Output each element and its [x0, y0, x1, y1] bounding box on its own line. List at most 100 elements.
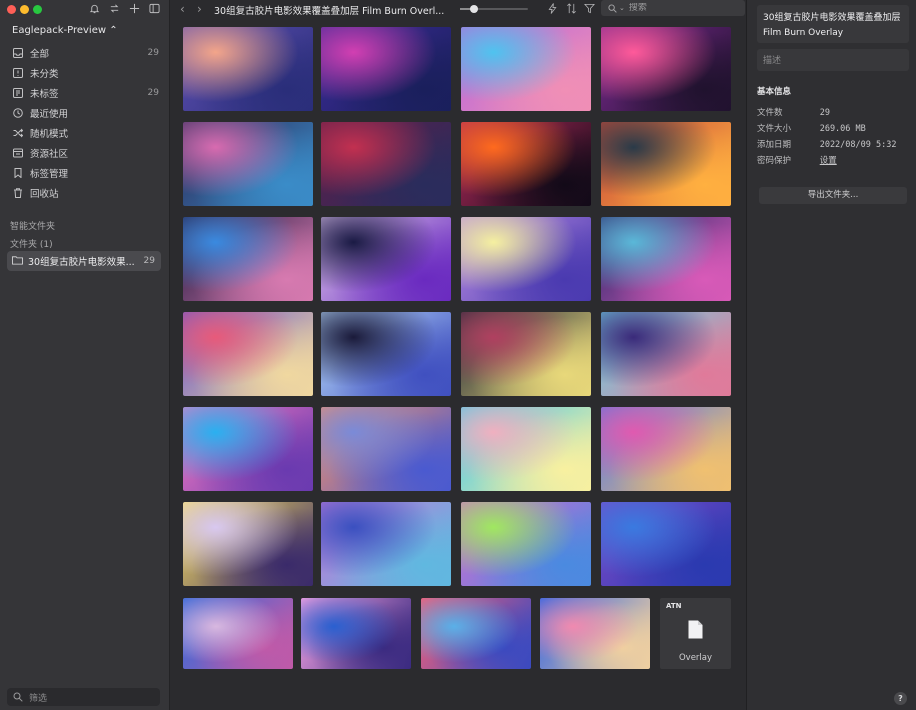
thumbnail-24[interactable] [601, 502, 731, 586]
thumbnail-14[interactable] [321, 312, 451, 396]
filter-icon[interactable] [583, 2, 595, 14]
folder-icon [12, 255, 28, 268]
main-content: ‹ › 30组复古胶片电影效果覆盖叠加层 Film Burn Overl... … [170, 0, 746, 710]
prop-value: 2022/08/09 5:32 [819, 140, 897, 150]
thumbnail-19[interactable] [461, 407, 591, 491]
toolbar: ‹ › 30组复古胶片电影效果覆盖叠加层 Film Burn Overl... … [170, 0, 746, 18]
chevron-down-icon[interactable]: ⌄ [619, 4, 625, 12]
inbox-icon [12, 48, 23, 59]
thumbnail-18[interactable] [321, 407, 451, 491]
thumbnail-28[interactable] [540, 598, 650, 669]
thumbnail-23[interactable] [461, 502, 591, 586]
help-button[interactable]: ? [894, 692, 907, 705]
shuffle-icon [12, 128, 23, 139]
minimize-window-button[interactable] [20, 5, 29, 14]
smart-folders-heading[interactable]: 智能文件夹 [10, 219, 55, 232]
prop-key: 文件数 [757, 108, 783, 118]
sidebar-toggle-icon[interactable] [148, 2, 160, 14]
lightning-icon[interactable] [546, 2, 558, 14]
thumbnail-27[interactable] [421, 598, 531, 669]
sidebar-item-6[interactable]: 标签管理 [8, 163, 163, 183]
sidebar-item-7[interactable]: 回收站 [8, 183, 163, 203]
sidebar-item-label: 未分类 [30, 69, 59, 80]
sidebar-item-3[interactable]: 最近使用 [8, 103, 163, 123]
sidebar-toolbar [88, 2, 160, 14]
sidebar-item-0[interactable]: 全部 29 [8, 43, 163, 63]
password-set-link[interactable]: 设置 [820, 156, 837, 166]
sidebar-item-label: 标签管理 [30, 169, 69, 180]
thumbnail-13[interactable] [183, 312, 313, 396]
thumbnail-22[interactable] [321, 502, 451, 586]
sidebar: Eaglepack-Preview ⌃ 全部 29 未分类未标签 29 最近使用随机模式… [0, 0, 170, 710]
thumbnail-12[interactable] [601, 217, 731, 301]
file-type-badge: ATN [666, 602, 682, 610]
filter-box[interactable]: 筛选 [7, 688, 160, 706]
zoom-slider[interactable] [460, 5, 528, 13]
bell-icon[interactable] [88, 2, 100, 14]
window-title: 30组复古胶片电影效果覆盖叠加层 Film Burn Overl... [214, 6, 445, 17]
thumbnail-2[interactable] [321, 27, 451, 111]
thumbnail-10[interactable] [321, 217, 451, 301]
file-card-overlay[interactable]: ATN Overlay [660, 598, 731, 669]
search-input[interactable] [628, 3, 729, 13]
basic-info-heading: 基本信息 [757, 87, 792, 97]
sync-icon[interactable] [108, 2, 120, 14]
thumbnail-20[interactable] [601, 407, 731, 491]
thumbnail-26[interactable] [301, 598, 411, 669]
sidebar-folder-item[interactable]: 30组复古胶片电影效果... 29 [7, 251, 161, 271]
back-arrow-icon[interactable]: ‹ [180, 2, 185, 16]
sidebar-item-count: 29 [147, 48, 159, 58]
sidebar-item-label: 资源社区 [30, 149, 69, 160]
thumbnail-5[interactable] [183, 122, 313, 206]
thumbnail-3[interactable] [461, 27, 591, 111]
folders-heading[interactable]: 文件夹 (1) [10, 237, 53, 250]
prop-key: 文件大小 [757, 124, 792, 134]
sidebar-item-label: 最近使用 [30, 109, 69, 120]
sidebar-item-2[interactable]: 未标签 29 [8, 83, 163, 103]
folder-name: 30组复古胶片电影效果... [28, 257, 135, 268]
prop-value: 29 [819, 108, 830, 118]
search-icon [608, 3, 617, 13]
community-icon [12, 148, 23, 159]
thumbnail-25[interactable] [183, 598, 293, 669]
trash-icon [12, 188, 23, 199]
folder-count: 29 [143, 256, 155, 266]
sidebar-item-4[interactable]: 随机模式 [8, 123, 163, 143]
export-folder-button[interactable]: 导出文件夹... [759, 187, 907, 204]
description-field[interactable]: 描述 [757, 49, 909, 71]
thumbnail-21[interactable] [183, 502, 313, 586]
sidebar-item-1[interactable]: 未分类 [8, 63, 163, 83]
search-icon [13, 692, 23, 702]
maximize-window-button[interactable] [33, 5, 42, 14]
untagged-icon [12, 88, 23, 99]
thumbnail-1[interactable] [183, 27, 313, 111]
zoom-slider-knob[interactable] [469, 5, 478, 13]
thumbnail-17[interactable] [183, 407, 313, 491]
forward-arrow-icon[interactable]: › [197, 2, 202, 16]
prop-key: 密码保护 [757, 156, 792, 166]
uncategorized-icon [12, 68, 23, 79]
prop-value: 269.06 MB [819, 124, 866, 134]
close-window-button[interactable] [7, 5, 16, 14]
prop-row: 文件数 29 [757, 106, 907, 118]
folder-title-field[interactable]: 30组复古胶片电影效果覆盖叠加层 Film Burn Overlay [757, 5, 909, 43]
inspector-panel: 30组复古胶片电影效果覆盖叠加层 Film Burn Overlay 描述 基本… [746, 0, 916, 710]
thumbnail-7[interactable] [461, 122, 591, 206]
thumbnail-8[interactable] [601, 122, 731, 206]
library-switcher[interactable]: Eaglepack-Preview ⌃ [12, 25, 118, 36]
prop-key: 添加日期 [757, 140, 792, 150]
add-icon[interactable] [128, 2, 140, 14]
thumbnail-11[interactable] [461, 217, 591, 301]
thumbnail-6[interactable] [321, 122, 451, 206]
thumbnail-15[interactable] [461, 312, 591, 396]
sort-icon[interactable] [565, 2, 577, 14]
thumbnail-4[interactable] [601, 27, 731, 111]
sidebar-item-label: 随机模式 [30, 129, 69, 140]
sidebar-item-5[interactable]: 资源社区 [8, 143, 163, 163]
sidebar-item-label: 全部 [30, 49, 50, 60]
clock-icon [12, 108, 23, 119]
thumbnail-9[interactable] [183, 217, 313, 301]
prop-row: 密码保护 设置 [757, 154, 907, 166]
thumbnail-16[interactable] [601, 312, 731, 396]
search-box[interactable]: ⌄ [601, 0, 745, 16]
